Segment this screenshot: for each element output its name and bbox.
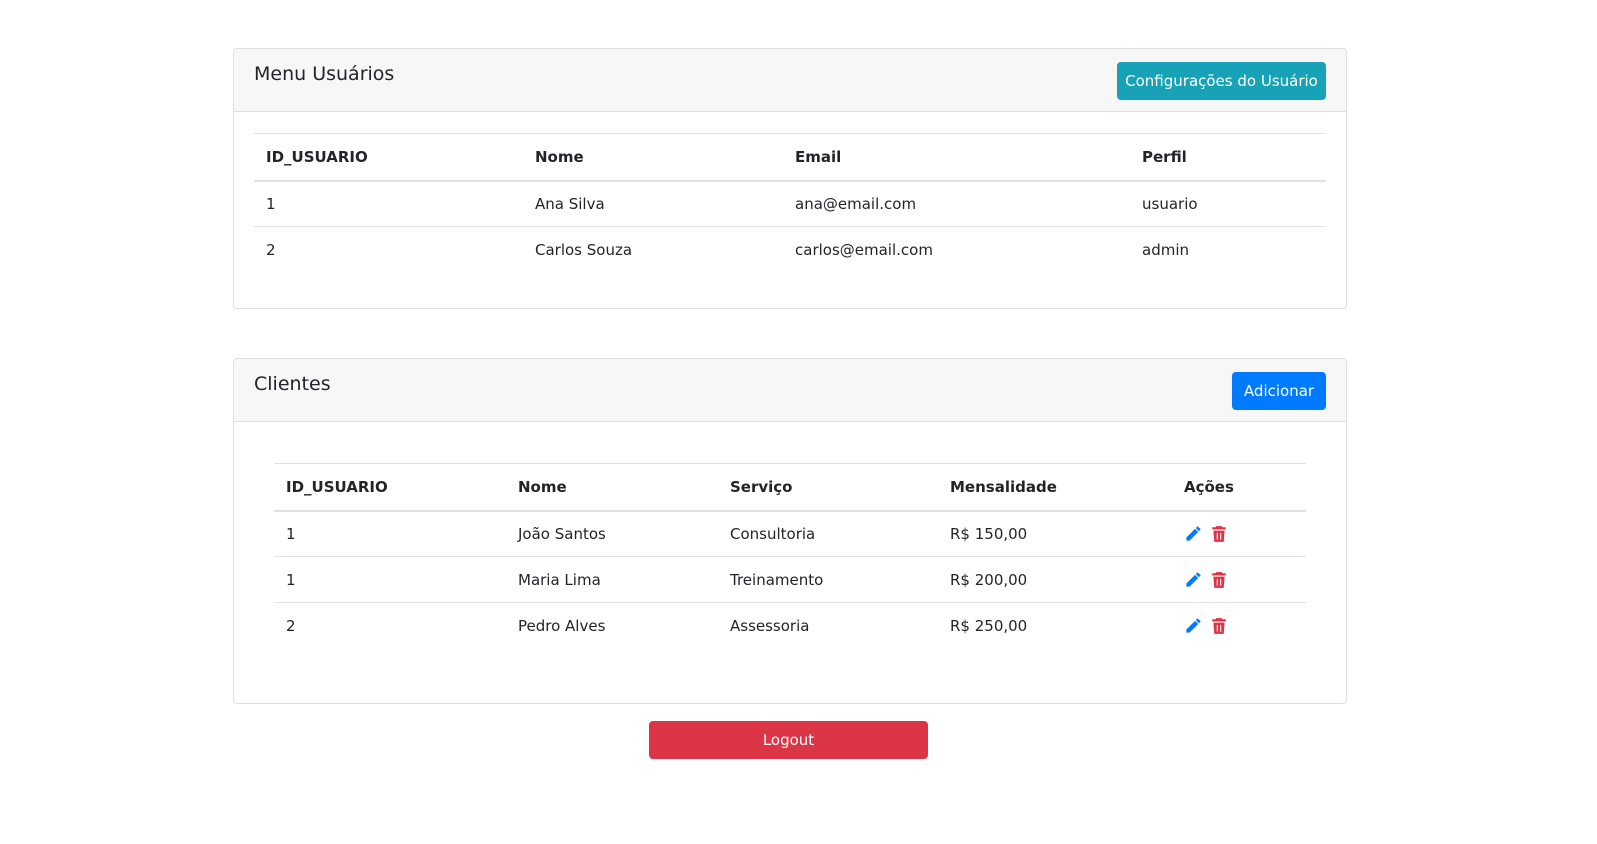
clients-col-nome: Nome [506,463,718,512]
user-email-cell: ana@email.com [795,194,917,213]
users-card: Menu Usuários Configurações do Usuário I… [233,48,1347,309]
client-actions-cell [1172,602,1306,649]
users-card-header: Menu Usuários Configurações do Usuário [234,49,1346,112]
users-card-title: Menu Usuários [254,63,395,85]
client-user-id-cell: 2 [274,602,506,649]
client-service-cell: Treinamento [718,556,938,603]
users-col-perfil: Perfil [1130,133,1326,182]
clients-col-servico: Serviço [718,463,938,512]
client-service-cell: Consultoria [730,524,816,543]
user-name-cell: Ana Silva [535,194,605,213]
clients-col-id: ID_USUARIO [274,463,506,512]
pencil-icon[interactable] [1184,617,1202,635]
trash-icon[interactable] [1210,525,1228,543]
trash-icon[interactable] [1210,617,1228,635]
trash-icon[interactable] [1210,571,1228,589]
user-email-cell: carlos@email.com [783,226,1130,273]
clients-col-acoes: Ações [1172,463,1306,512]
clients-table-header-row: ID_USUARIO Nome Serviço Mensalidade Açõe… [274,463,1306,512]
user-profile-cell: usuario [1142,194,1198,213]
clients-card-header: Clientes Adicionar [234,359,1346,422]
user-id-cell: 2 [254,226,523,273]
clients-card: Clientes Adicionar ID_USUARIO Nome Servi… [233,358,1347,704]
client-fee-cell: R$ 150,00 [950,524,1028,543]
clients-table: ID_USUARIO Nome Serviço Mensalidade Açõe… [274,463,1306,649]
user-id-cell: 1 [266,194,276,213]
client-actions-cell [1172,556,1306,603]
client-user-id-cell: 1 [274,556,506,603]
client-service-cell: Assessoria [718,602,938,649]
table-row: 2 Pedro Alves Assessoria R$ 250,00 [274,602,1306,649]
users-col-id: ID_USUARIO [254,133,523,182]
client-fee-cell: R$ 200,00 [938,556,1172,603]
user-profile-cell: admin [1130,226,1326,273]
users-table-header-row: ID_USUARIO Nome Email Perfil [254,133,1326,182]
add-client-button[interactable]: Adicionar [1232,372,1326,410]
client-actions-cell [1172,511,1306,557]
user-settings-button[interactable]: Configurações do Usuário [1117,62,1326,100]
pencil-icon[interactable] [1184,571,1202,589]
clients-card-title: Clientes [254,373,331,395]
logout-button[interactable]: Logout [649,721,928,759]
client-name-cell: Maria Lima [506,556,718,603]
users-table: ID_USUARIO Nome Email Perfil 1 Ana Silva… [254,133,1326,273]
client-name-cell: João Santos [518,524,606,543]
client-fee-cell: R$ 250,00 [938,602,1172,649]
table-row: 1 Ana Silva ana@email.com usuario [254,181,1326,227]
table-row: 2 Carlos Souza carlos@email.com admin [254,226,1326,273]
client-user-id-cell: 1 [286,524,296,543]
table-row: 1 João Santos Consultoria R$ 150,00 [274,511,1306,557]
users-col-email: Email [783,133,1130,182]
clients-col-mensalidade: Mensalidade [938,463,1172,512]
pencil-icon[interactable] [1184,525,1202,543]
users-col-nome: Nome [523,133,783,182]
user-name-cell: Carlos Souza [523,226,783,273]
table-row: 1 Maria Lima Treinamento R$ 200,00 [274,556,1306,603]
client-name-cell: Pedro Alves [506,602,718,649]
